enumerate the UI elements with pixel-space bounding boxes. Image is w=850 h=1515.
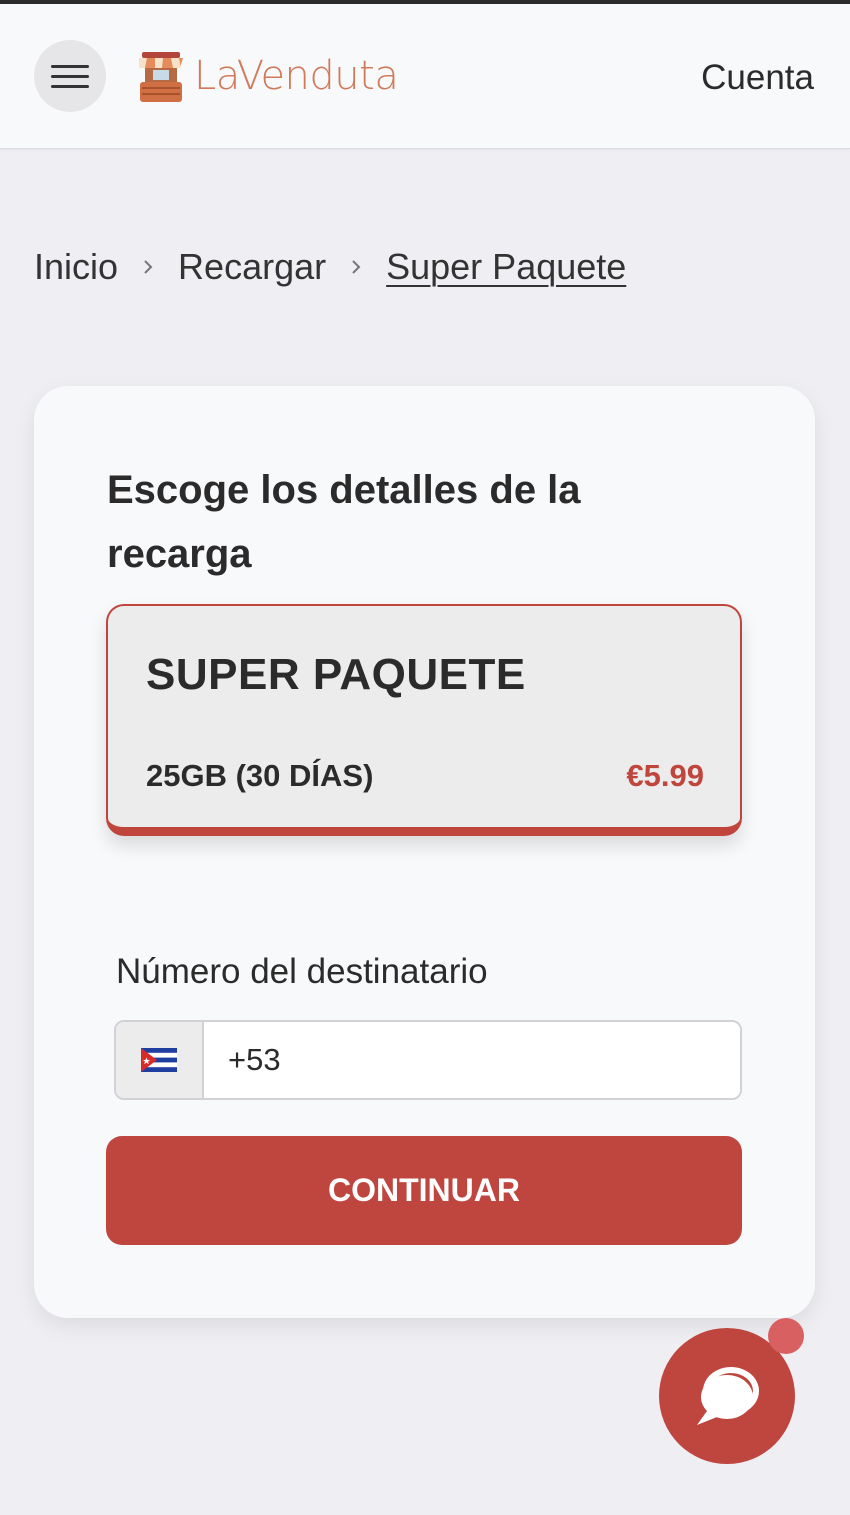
- recipient-label: Número del destinatario: [116, 952, 488, 991]
- account-link[interactable]: Cuenta: [701, 58, 814, 98]
- package-name: SUPER PAQUETE: [146, 650, 526, 699]
- package-option[interactable]: SUPER PAQUETE 25GB (30 DÍAS) €5.99: [106, 604, 742, 836]
- cuba-flag-icon: [141, 1048, 177, 1072]
- phone-field: [114, 1020, 742, 1100]
- phone-input[interactable]: [204, 1022, 740, 1098]
- market-stall-icon: [139, 52, 183, 102]
- package-detail: 25GB (30 DÍAS): [146, 758, 374, 793]
- breadcrumb-recargar[interactable]: Recargar: [178, 246, 326, 288]
- hamburger-icon: [51, 64, 89, 68]
- page-title: Escoge los detalles de la recarga: [107, 468, 581, 576]
- country-selector[interactable]: [116, 1022, 204, 1098]
- continue-button[interactable]: CONTINUAR: [106, 1136, 742, 1245]
- breadcrumb: Inicio Recargar Super Paquete: [34, 246, 626, 288]
- notification-badge: [768, 1318, 804, 1354]
- breadcrumb-inicio[interactable]: Inicio: [34, 246, 118, 288]
- chat-bubbles-icon: [697, 1367, 759, 1425]
- brand-name: LaVenduta: [194, 53, 399, 99]
- chevron-right-icon: [140, 259, 156, 275]
- chevron-right-icon: [348, 259, 364, 275]
- recharge-card: Escoge los detalles de la recarga SUPER …: [34, 386, 815, 1318]
- breadcrumb-super-paquete[interactable]: Super Paquete: [386, 246, 626, 288]
- menu-button[interactable]: [34, 40, 106, 112]
- app-header: LaVenduta Cuenta: [0, 4, 850, 149]
- brand-logo[interactable]: LaVenduta: [136, 48, 399, 104]
- package-price: €5.99: [626, 758, 704, 793]
